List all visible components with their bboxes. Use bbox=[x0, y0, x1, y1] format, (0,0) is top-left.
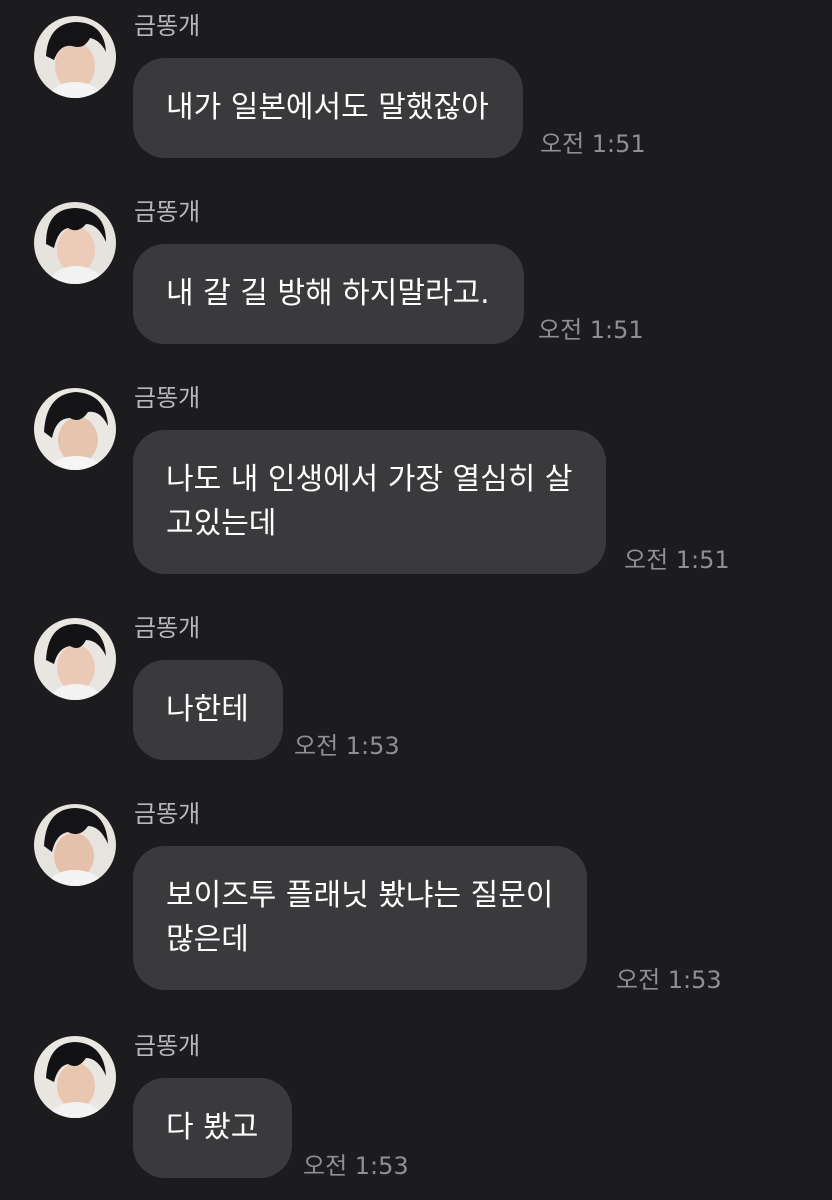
profile-photo-icon bbox=[34, 202, 116, 284]
message-time: 오전 1:51 bbox=[624, 546, 730, 574]
message-time: 오전 1:53 bbox=[303, 1152, 409, 1180]
profile-photo-icon bbox=[34, 388, 116, 470]
message-time: 오전 1:53 bbox=[294, 732, 400, 760]
avatar[interactable] bbox=[34, 388, 116, 470]
message-bubble[interactable]: 나한테 bbox=[133, 660, 283, 760]
sender-name: 금똥개 bbox=[134, 198, 201, 226]
profile-photo-icon bbox=[34, 804, 116, 886]
message-bubble[interactable]: 나도 내 인생에서 가장 열심히 살 고있는데 bbox=[133, 430, 607, 574]
message-bubble[interactable]: 보이즈투 플래닛 봤냐는 질문이 많은데 bbox=[133, 846, 588, 990]
chat-area: 금똥개 내가 일본에서도 말했잖아 오전 1:51 금똥개 내 갈 길 방해 하… bbox=[0, 0, 832, 1200]
profile-photo-icon bbox=[34, 1036, 116, 1118]
sender-name: 금똥개 bbox=[134, 800, 201, 828]
avatar[interactable] bbox=[34, 16, 116, 98]
message-time: 오전 1:53 bbox=[616, 966, 722, 994]
message-time: 오전 1:51 bbox=[540, 130, 646, 158]
avatar[interactable] bbox=[34, 618, 116, 700]
message-bubble[interactable]: 다 봤고 bbox=[133, 1078, 293, 1178]
avatar[interactable] bbox=[34, 202, 116, 284]
message-bubble[interactable]: 내 갈 길 방해 하지말라고. bbox=[133, 244, 524, 344]
avatar[interactable] bbox=[34, 1036, 116, 1118]
message-bubble[interactable]: 내가 일본에서도 말했잖아 bbox=[133, 58, 523, 158]
sender-name: 금똥개 bbox=[134, 12, 201, 40]
message-time: 오전 1:51 bbox=[538, 316, 644, 344]
sender-name: 금똥개 bbox=[134, 1032, 201, 1060]
sender-name: 금똥개 bbox=[134, 384, 201, 412]
avatar[interactable] bbox=[34, 804, 116, 886]
sender-name: 금똥개 bbox=[134, 614, 201, 642]
profile-photo-icon bbox=[34, 618, 116, 700]
profile-photo-icon bbox=[34, 16, 116, 98]
